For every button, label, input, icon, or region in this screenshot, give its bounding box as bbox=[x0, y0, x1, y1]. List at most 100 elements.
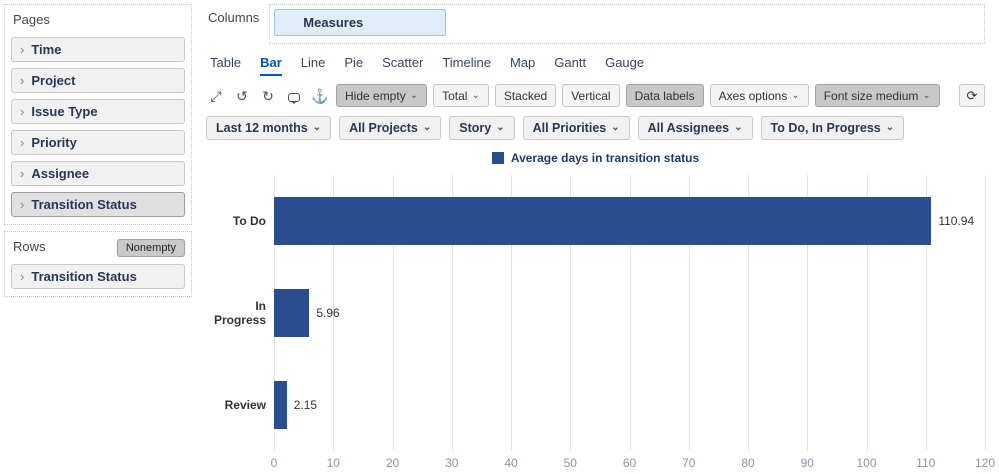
tab-table[interactable]: Table bbox=[210, 55, 241, 76]
hide-empty-button[interactable]: Hide empty ⌄ bbox=[336, 84, 428, 107]
tab-gantt[interactable]: Gantt bbox=[554, 55, 586, 76]
x-tick-label: 60 bbox=[622, 456, 637, 470]
sidebar-item-time[interactable]: › Time bbox=[11, 37, 185, 62]
filter-issue-type[interactable]: Story ⌄ bbox=[449, 116, 515, 140]
x-tick-label: 100 bbox=[856, 456, 877, 470]
axes-options-button[interactable]: Axes options ⌄ bbox=[709, 84, 809, 107]
filter-label: To Do, In Progress bbox=[770, 121, 881, 135]
measures-chip[interactable]: Measures bbox=[274, 9, 447, 36]
x-tick-label: 40 bbox=[504, 456, 518, 470]
nonempty-button[interactable]: Nonempty bbox=[116, 238, 185, 257]
filter-priorities[interactable]: All Priorities ⌄ bbox=[522, 116, 630, 140]
caret-down-icon: ⌄ bbox=[791, 89, 800, 101]
sidebar: Pages › Time › Project › Issue Type › Pr… bbox=[0, 0, 196, 474]
sidebar-item-priority[interactable]: › Priority bbox=[11, 130, 185, 155]
anchor-icon[interactable]: ⚓ bbox=[310, 86, 330, 106]
legend-label: Average days in transition status bbox=[510, 151, 700, 165]
filter-label: All Priorities bbox=[532, 121, 607, 135]
filter-transition-status[interactable]: To Do, In Progress ⌄ bbox=[760, 116, 905, 140]
x-tick-label: 80 bbox=[741, 456, 755, 470]
button-label: Vertical bbox=[571, 88, 611, 103]
tab-timeline[interactable]: Timeline bbox=[442, 55, 491, 76]
data-labels-button[interactable]: Data labels bbox=[625, 84, 704, 107]
sidebar-item-transition-status[interactable]: › Transition Status bbox=[11, 192, 185, 217]
bar-to-do[interactable] bbox=[274, 197, 932, 245]
chart-row: In Progress 5.96 bbox=[214, 267, 985, 359]
chart-rows: To Do 110.94 In Progress 5.96 Review 2.15 bbox=[214, 175, 985, 451]
x-tick-label: 10 bbox=[326, 456, 340, 470]
button-label: Data labels bbox=[634, 88, 695, 103]
chevron-right-icon: › bbox=[20, 42, 25, 57]
x-tick-label: 0 bbox=[270, 456, 278, 470]
caret-down-icon: ⌄ bbox=[734, 122, 743, 133]
refresh-button[interactable]: ⟳ bbox=[959, 84, 985, 107]
sidebar-item-project[interactable]: › Project bbox=[11, 68, 185, 93]
category-label: Review bbox=[224, 398, 266, 412]
category-label: In Progress bbox=[213, 299, 266, 327]
filter-label: All Assignees bbox=[647, 121, 730, 135]
x-tick-label: 50 bbox=[563, 456, 577, 470]
tab-scatter[interactable]: Scatter bbox=[382, 55, 423, 76]
sidebar-item-issue-type[interactable]: › Issue Type bbox=[11, 99, 185, 124]
filter-time[interactable]: Last 12 months ⌄ bbox=[206, 116, 332, 140]
caret-down-icon: ⌄ bbox=[885, 122, 895, 133]
rows-item-transition-status[interactable]: › Transition Status bbox=[11, 264, 185, 289]
button-label: Total bbox=[442, 88, 468, 103]
measures-chip-label: Measures bbox=[303, 15, 364, 30]
bar-review[interactable] bbox=[274, 381, 287, 429]
sidebar-item-label: Priority bbox=[31, 135, 77, 150]
button-label: Axes options bbox=[718, 88, 788, 103]
tab-bar[interactable]: Bar bbox=[260, 55, 282, 76]
columns-section: Columns Measures bbox=[206, 4, 985, 44]
button-label: Hide empty bbox=[345, 88, 406, 103]
rows-panel: Rows Nonempty › Transition Status bbox=[4, 231, 192, 297]
caret-down-icon: ⌄ bbox=[611, 122, 620, 133]
chevron-right-icon: › bbox=[20, 197, 25, 212]
gridline bbox=[985, 175, 986, 451]
data-label: 110.94 bbox=[938, 214, 975, 228]
sidebar-item-label: Assignee bbox=[31, 166, 90, 181]
tab-map[interactable]: Map bbox=[510, 55, 535, 76]
redo-icon[interactable]: ↻ bbox=[258, 86, 278, 106]
filter-assignees[interactable]: All Assignees ⌄ bbox=[637, 116, 753, 140]
chart-legend: Average days in transition status bbox=[206, 151, 985, 165]
chevron-right-icon: › bbox=[20, 73, 25, 88]
chart-toolbar: ⤢ ↺ ↻ ⚓ Hide empty ⌄ Total ⌄ Stacked Ver… bbox=[206, 84, 985, 107]
expand-icon[interactable]: ⤢ bbox=[206, 86, 226, 106]
sidebar-item-label: Project bbox=[31, 73, 76, 88]
filter-label: Last 12 months bbox=[216, 121, 308, 135]
tab-line[interactable]: Line bbox=[301, 55, 326, 76]
tab-pie[interactable]: Pie bbox=[344, 55, 363, 76]
refresh-icon: ⟳ bbox=[966, 87, 978, 103]
x-tick-label: 110 bbox=[916, 456, 936, 470]
main-area: Columns Measures Table Bar Line Pie Scat… bbox=[196, 0, 999, 474]
pages-label: Pages bbox=[13, 12, 50, 27]
x-tick-label: 90 bbox=[800, 456, 814, 470]
comment-icon[interactable] bbox=[284, 86, 304, 106]
tab-gauge[interactable]: Gauge bbox=[605, 55, 644, 76]
rows-label: Rows bbox=[13, 239, 46, 254]
filter-projects[interactable]: All Projects ⌄ bbox=[339, 116, 442, 140]
legend-swatch[interactable] bbox=[491, 152, 504, 164]
app: Pages › Time › Project › Issue Type › Pr… bbox=[0, 0, 999, 474]
vertical-button[interactable]: Vertical bbox=[562, 84, 620, 107]
chevron-right-icon: › bbox=[20, 166, 25, 181]
sidebar-item-assignee[interactable]: › Assignee bbox=[11, 161, 185, 186]
undo-icon[interactable]: ↺ bbox=[232, 86, 252, 106]
data-label: 2.15 bbox=[293, 398, 318, 412]
columns-label: Columns bbox=[208, 10, 260, 25]
caret-down-icon: ⌄ bbox=[312, 122, 322, 133]
chevron-right-icon: › bbox=[20, 135, 25, 150]
chart-row: To Do 110.94 bbox=[233, 175, 985, 267]
comment-bubble-shape bbox=[288, 92, 300, 104]
total-button[interactable]: Total ⌄ bbox=[433, 84, 489, 107]
chevron-right-icon: › bbox=[20, 269, 25, 284]
stacked-button[interactable]: Stacked bbox=[494, 84, 557, 107]
chart-type-tabs: Table Bar Line Pie Scatter Timeline Map … bbox=[206, 55, 985, 76]
bar-chart: To Do 110.94 In Progress 5.96 Review 2.15 0 10… bbox=[206, 175, 995, 474]
button-label: Stacked bbox=[503, 88, 548, 103]
chart-plot: To Do 110.94 In Progress 5.96 Review 2.15 bbox=[214, 175, 986, 451]
bar-in-progress[interactable] bbox=[274, 289, 310, 337]
font-size-button[interactable]: Font size medium ⌄ bbox=[814, 84, 940, 107]
pages-panel: Pages › Time › Project › Issue Type › Pr… bbox=[4, 4, 192, 225]
